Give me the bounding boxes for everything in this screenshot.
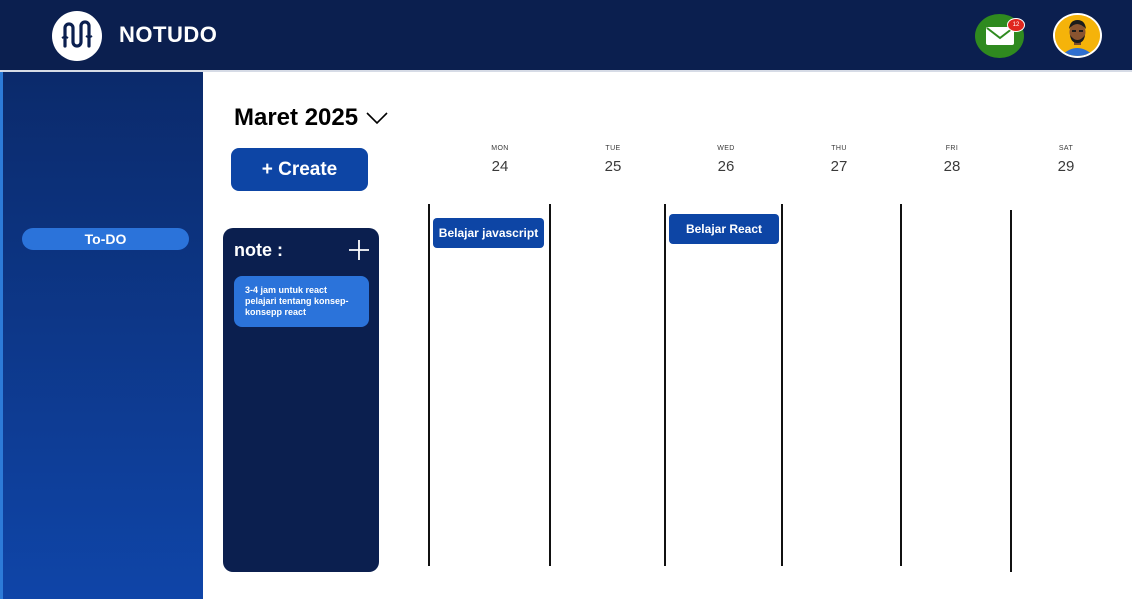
column-divider — [664, 204, 666, 566]
column-divider — [781, 204, 783, 566]
app: NOTUDO 12 To-DO Maret 2025 + Create MON … — [0, 0, 1132, 599]
day-header-thu[interactable]: THU 27 — [809, 145, 869, 175]
day-number: 26 — [717, 158, 735, 175]
notification-badge: 12 — [1007, 18, 1025, 32]
column-divider — [428, 204, 430, 566]
day-number: 28 — [943, 158, 961, 175]
note-panel-title: note : — [234, 240, 283, 260]
day-number: 25 — [604, 158, 622, 175]
avatar-icon — [1055, 15, 1100, 56]
month-picker[interactable]: Maret 2025 — [234, 104, 388, 132]
sidebar: To-DO — [0, 72, 203, 599]
note-panel: note : 3-4 jam untuk react pelajari tent… — [223, 228, 379, 572]
day-header-sat[interactable]: SAT 29 — [1036, 145, 1096, 175]
plus-icon[interactable] — [347, 238, 371, 262]
day-name: THU — [831, 145, 847, 152]
day-name: WED — [717, 145, 735, 152]
sidebar-item-todo[interactable]: To-DO — [22, 228, 189, 250]
month-label: Maret 2025 — [234, 104, 359, 131]
logo-glyph — [61, 20, 93, 48]
top-bar: NOTUDO 12 — [0, 0, 1132, 72]
column-divider — [900, 204, 902, 566]
day-number: 27 — [830, 158, 848, 175]
column-divider — [549, 204, 551, 566]
day-name: FRI — [945, 145, 959, 152]
chevron-down-icon — [366, 112, 388, 125]
day-number: 29 — [1057, 158, 1075, 175]
app-title: NOTUDO — [119, 22, 218, 47]
day-header-wed[interactable]: WED 26 — [696, 145, 756, 175]
day-header-tue[interactable]: TUE 25 — [583, 145, 643, 175]
calendar-event[interactable]: Belajar javascript — [433, 218, 544, 248]
create-button[interactable]: + Create — [231, 148, 368, 191]
day-name: SAT — [1058, 145, 1074, 152]
calendar-event[interactable]: Belajar React — [669, 214, 779, 244]
notudo-logo-icon[interactable] — [52, 11, 102, 61]
day-name: MON — [491, 145, 509, 152]
column-divider — [1010, 210, 1012, 572]
day-number: 24 — [491, 158, 509, 175]
note-card[interactable]: 3-4 jam untuk react pelajari tentang kon… — [234, 276, 369, 327]
day-header-fri[interactable]: FRI 28 — [922, 145, 982, 175]
day-header-mon[interactable]: MON 24 — [470, 145, 530, 175]
user-avatar[interactable] — [1053, 13, 1102, 58]
day-name: TUE — [605, 145, 621, 152]
